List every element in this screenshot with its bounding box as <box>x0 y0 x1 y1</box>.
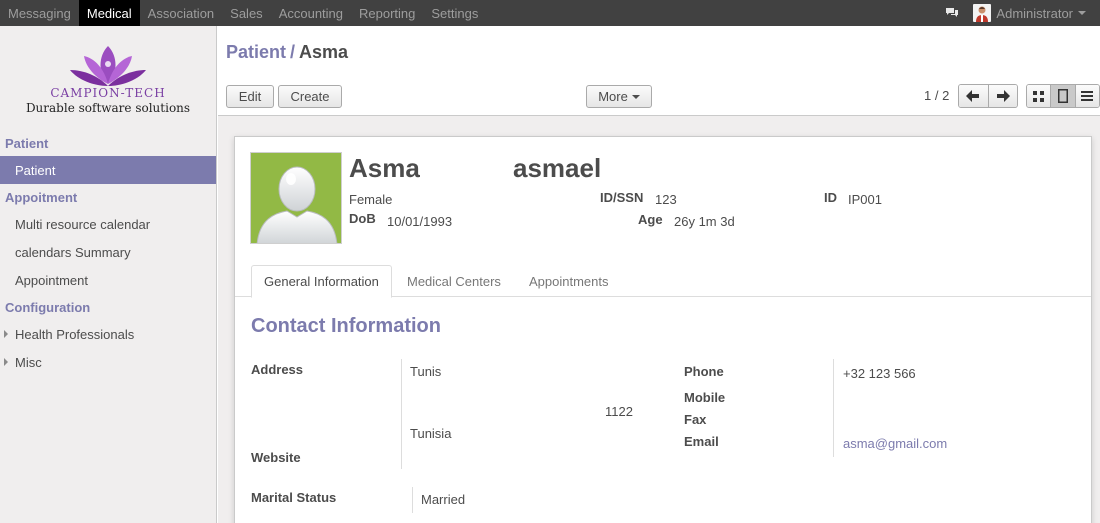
notebook-tabs: General Information Medical Centers Appo… <box>235 265 1091 298</box>
sidebar-item-misc[interactable]: Misc <box>0 348 216 376</box>
sidebar-item-patient[interactable]: Patient <box>0 156 216 184</box>
menu-reporting[interactable]: Reporting <box>351 0 423 26</box>
sidebar-item-label: Appointment <box>15 272 88 288</box>
kanban-view-button[interactable] <box>1027 85 1051 107</box>
top-navbar: Messaging Medical Association Sales Acco… <box>0 0 1100 26</box>
dob-value: 10/01/1993 <box>387 214 453 229</box>
breadcrumb-separator: / <box>290 42 296 62</box>
top-right-area: Administrator <box>945 0 1100 26</box>
pager-value: 1 / 2 <box>924 88 950 103</box>
list-view-button[interactable] <box>1074 85 1099 107</box>
sidebar-item-multi-resource-calendar[interactable]: Multi resource calendar <box>0 210 216 238</box>
sidebar-section-appoitment: Appoitment <box>5 190 78 205</box>
id-label: ID <box>824 190 837 205</box>
sidebar-item-appointment[interactable]: Appointment <box>0 266 216 294</box>
menu-medical[interactable]: Medical <box>78 0 140 26</box>
expand-arrow-icon <box>4 330 8 338</box>
avatar-placeholder-icon <box>256 166 338 243</box>
email-link[interactable]: asma@gmail.com <box>843 436 947 451</box>
arrow-right-icon <box>996 90 1010 102</box>
breadcrumb: Patient / Asma <box>226 42 348 63</box>
arrow-left-icon <box>966 90 980 102</box>
top-menu: Messaging Medical Association Sales Acco… <box>0 0 486 26</box>
dob-label: DoB <box>349 211 376 226</box>
tab-general-information[interactable]: General Information <box>251 265 392 298</box>
view-switcher <box>1026 84 1100 108</box>
menu-accounting[interactable]: Accounting <box>271 0 351 26</box>
sidebar-section-configuration: Configuration <box>5 300 91 315</box>
marital-status-value: Married <box>421 492 466 507</box>
form-sheet: Asma asmael Female DoB 10/01/1993 ID/SSN… <box>234 136 1092 523</box>
form-icon <box>1057 89 1068 103</box>
more-button-label: More <box>598 89 628 104</box>
expand-arrow-icon <box>4 358 8 366</box>
create-button[interactable]: Create <box>278 85 342 108</box>
sidebar-item-label: calendars Summary <box>15 244 131 260</box>
section-title-contact: Contact Information <box>251 315 441 337</box>
age-value: 26y 1m 3d <box>674 214 735 229</box>
pager-next-button[interactable] <box>987 85 1017 107</box>
user-name: Administrator <box>996 5 1073 21</box>
sidebar-item-label: Patient <box>15 162 56 178</box>
user-avatar[interactable] <box>973 4 992 22</box>
address-country: Tunisia <box>410 426 452 441</box>
breadcrumb-parent[interactable]: Patient <box>226 42 286 62</box>
website-label: Website <box>251 450 301 465</box>
lotus-logo-icon <box>70 46 146 86</box>
address-city: Tunis <box>410 364 442 379</box>
address-zip: 1122 <box>605 404 633 419</box>
menu-settings[interactable]: Settings <box>423 0 486 26</box>
idssn-label: ID/SSN <box>600 190 644 205</box>
patient-first-name: Asma <box>349 153 420 183</box>
tab-medical-centers[interactable]: Medical Centers <box>395 265 513 297</box>
field-divider <box>401 359 402 469</box>
field-divider <box>833 359 834 457</box>
field-divider <box>412 487 413 513</box>
breadcrumb-current: Asma <box>299 42 349 62</box>
phone-value: +32 123 566 <box>843 366 916 381</box>
main-content: Patient / Asma Edit Create More 1 / 2 As… <box>218 26 1100 523</box>
sidebar-section-patient: Patient <box>5 136 49 151</box>
edit-button[interactable]: Edit <box>226 85 274 108</box>
patient-last-name: asmael <box>513 153 602 183</box>
menu-sales[interactable]: Sales <box>222 0 271 26</box>
menu-association[interactable]: Association <box>140 0 222 26</box>
tab-appointments[interactable]: Appointments <box>517 265 621 297</box>
sidebar-item-calendars-summary[interactable]: calendars Summary <box>0 238 216 266</box>
logo-brand-text: CAMPION-TECH <box>50 86 166 100</box>
sidebar: CAMPION-TECH Durable software solutions … <box>0 26 217 523</box>
mobile-label: Mobile <box>684 390 726 405</box>
email-label: Email <box>684 434 719 449</box>
sidebar-item-label: Health Professionals <box>15 326 135 342</box>
sidebar-item-label: Misc <box>15 354 42 370</box>
menu-messaging[interactable]: Messaging <box>0 0 79 26</box>
logo-tagline: Durable software solutions <box>25 101 191 115</box>
control-panel: Patient / Asma Edit Create More 1 / 2 <box>218 26 1100 116</box>
pager-buttons <box>958 84 1018 108</box>
user-menu[interactable]: Administrator <box>996 6 1086 21</box>
form-view-button[interactable] <box>1050 85 1075 107</box>
chevron-down-icon <box>1078 11 1086 15</box>
chat-icon[interactable] <box>945 7 959 19</box>
grid-icon <box>1033 90 1045 102</box>
phone-label: Phone <box>684 364 724 379</box>
fax-label: Fax <box>684 412 707 427</box>
pager-previous-button[interactable] <box>959 85 988 107</box>
address-label: Address <box>251 362 304 377</box>
marital-status-label: Marital Status <box>251 490 337 505</box>
age-label: Age <box>638 212 663 227</box>
chevron-down-icon <box>631 94 640 99</box>
more-button[interactable]: More <box>586 85 652 108</box>
idssn-value: 123 <box>655 192 677 207</box>
list-icon <box>1081 91 1094 101</box>
sidebar-item-label: Multi resource calendar <box>15 216 151 232</box>
patient-gender: Female <box>349 192 393 207</box>
patient-photo[interactable] <box>250 152 342 244</box>
company-logo[interactable]: CAMPION-TECH Durable software solutions <box>0 26 216 130</box>
sidebar-item-health-professionals[interactable]: Health Professionals <box>0 320 216 348</box>
id-value: IP001 <box>848 192 882 207</box>
